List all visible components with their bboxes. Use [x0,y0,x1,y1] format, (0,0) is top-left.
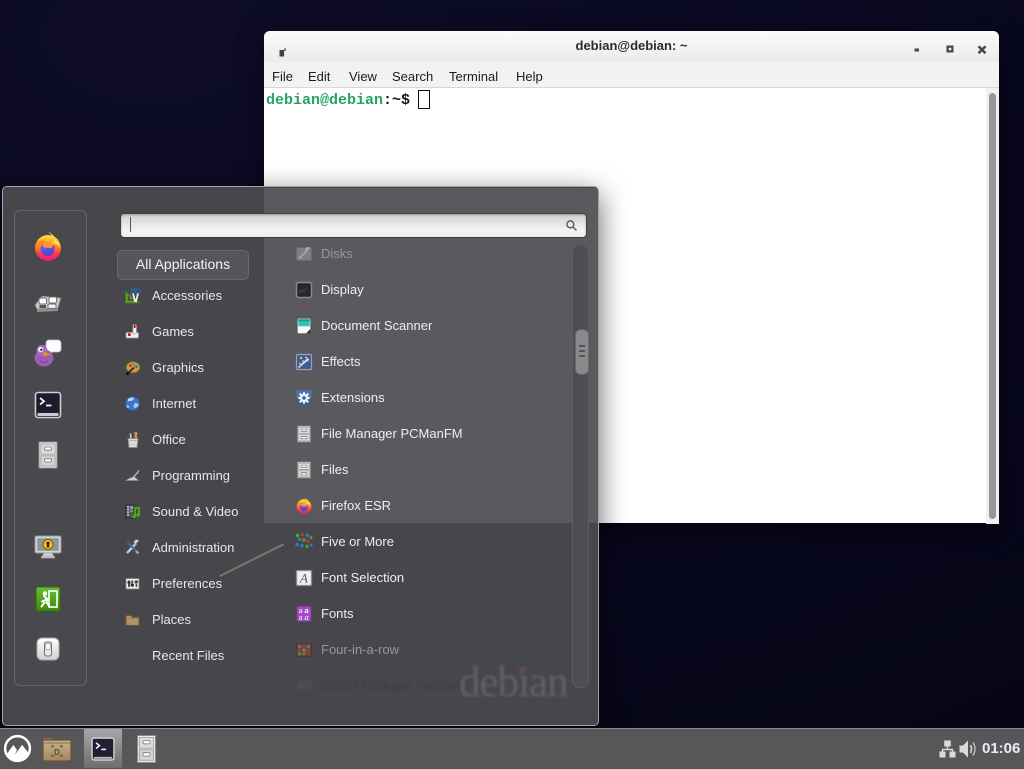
svg-text:a: a [299,612,303,622]
svg-text:A: A [299,571,308,586]
svg-text:D: D [54,748,60,757]
svg-text:a: a [304,612,308,622]
